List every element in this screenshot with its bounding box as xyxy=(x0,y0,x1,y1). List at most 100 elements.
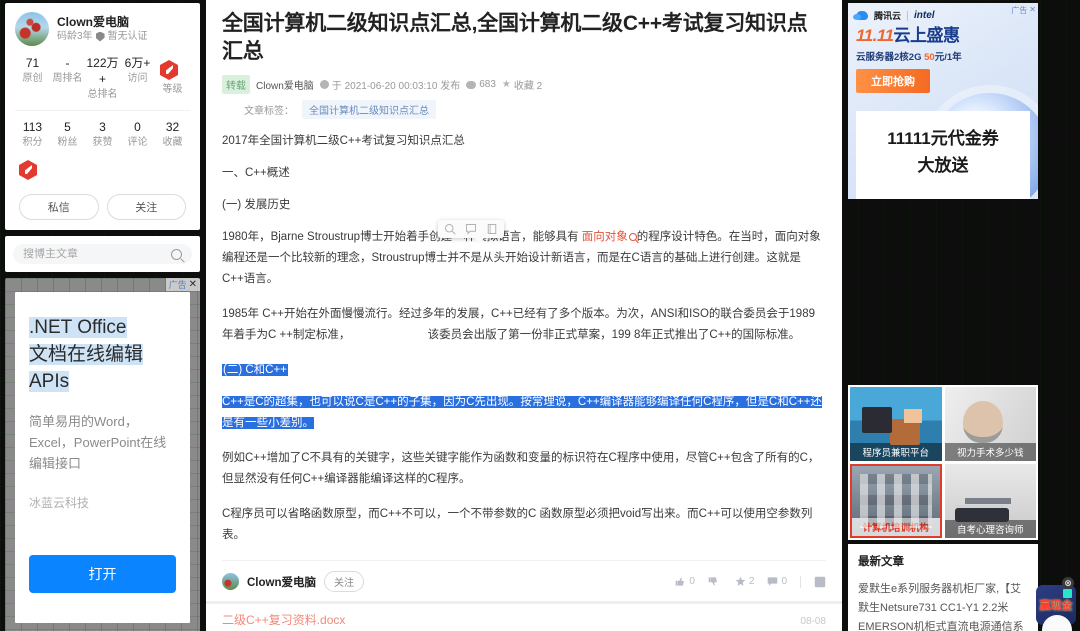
follow-button[interactable]: 关注 xyxy=(324,571,364,592)
stat-value: 5 xyxy=(64,120,71,134)
search-card xyxy=(5,236,200,272)
like-button[interactable]: 0 xyxy=(675,576,695,587)
ad-voucher-card[interactable]: 11111元代金券 大放送 腾讯云 立即领取 › xyxy=(856,111,1030,199)
search-input[interactable] xyxy=(23,248,171,260)
stat-value: 3 xyxy=(99,120,106,134)
stat-cell: 5 粉丝 xyxy=(50,119,85,150)
ad-sub-b: 2核2G xyxy=(894,52,922,63)
thumbnail-tile[interactable]: 计算机培训机构 xyxy=(850,464,942,538)
profile-name[interactable]: Clown爱电脑 xyxy=(57,15,148,30)
ad-content[interactable]: .NET Office 文档在线编辑 APIs 简单易用的Word，Excel，… xyxy=(15,292,190,623)
article-body: 2017年全国计算机二级C++考试复习知识点汇总 一、C++概述 (一) 发展历… xyxy=(206,131,842,546)
ad-subtext: 云服务器2核2G 50元/1年 xyxy=(848,47,1038,63)
article-paragraph-selected: C++是C的超集，也可以说C是C++的子集，因为C先出现。按常理说，C++编译器… xyxy=(222,392,826,434)
latest-article-item[interactable]: 爱默生e系列服务器机柜厂家,【艾默生Netsure731 CC1-Y1 2.2米… xyxy=(858,580,1028,631)
stat-label: 总排名 xyxy=(87,89,118,100)
ad-spacer xyxy=(848,199,1038,381)
left-advertisement[interactable]: 广告 ✕ .NET Office 文档在线编辑 APIs 简单易用的Word，E… xyxy=(5,278,200,631)
thumbnail-caption: 程序员兼职平台 xyxy=(850,443,942,461)
page-title: 全国计算机二级知识点汇总,全国计算机二级C++考试复习知识点汇总 xyxy=(222,12,808,63)
divider xyxy=(907,10,909,21)
close-icon[interactable]: ✕ xyxy=(189,279,197,290)
stat-cell: 113 积分 xyxy=(15,119,50,150)
thumbnail-tile[interactable]: 自考心理咨询师 xyxy=(944,464,1036,538)
stat-cell: 32 收藏 xyxy=(155,119,190,150)
ad-body-text: 简单易用的Word，Excel，PowerPoint在线编辑接口 xyxy=(29,414,167,471)
article-heading-1: 一、C++概述 xyxy=(222,167,290,179)
avatar[interactable] xyxy=(222,573,239,590)
view-count: 683 xyxy=(479,79,496,90)
comment-button[interactable]: 0 xyxy=(767,576,787,587)
selection-popup-toolbar[interactable] xyxy=(438,220,504,243)
meta-author[interactable]: Clown爱电脑 xyxy=(256,77,314,92)
favorite-count: 收藏 2 xyxy=(513,81,543,92)
profile-stats-row-1: 71 原创 - 周排名 122万+ 总排名 6万+ 访问 等级 xyxy=(15,46,190,106)
article-tag[interactable]: 全国计算机二级知识点汇总 xyxy=(302,100,436,119)
search-icon[interactable] xyxy=(171,248,182,260)
level-badge-icon xyxy=(160,60,178,80)
message-button[interactable]: 私信 xyxy=(19,194,99,220)
stat-label: 评论 xyxy=(127,137,148,148)
stat-cell: 71 原创 xyxy=(15,55,50,102)
thumbs-down-icon[interactable] xyxy=(708,576,719,587)
close-icon[interactable]: ⊗ xyxy=(1062,577,1074,589)
dislike-button[interactable] xyxy=(708,576,722,587)
stat-label: 获赞 xyxy=(92,137,113,148)
star-icon[interactable] xyxy=(735,576,746,587)
ad-cta-button[interactable]: 立即抢购 xyxy=(856,69,930,93)
share-button[interactable] xyxy=(814,576,826,588)
ad-sub-a: 云服务器 xyxy=(856,52,895,63)
keyword-link[interactable]: 面向对象 xyxy=(582,231,628,243)
stat-value: 122万+ xyxy=(86,56,119,86)
profile-cert-label: 暂无认证 xyxy=(107,30,148,42)
right-advertisement[interactable]: 广告 ✕ 腾讯云 intel 11.11云上盛惠 云服务器2核2G 50元/1年… xyxy=(848,3,1038,199)
thumbs-up-icon[interactable] xyxy=(675,576,686,587)
paragraph-text-a: 1980年，Bjarne Stroustrup博士开始着手创建一种模拟语言，能够… xyxy=(222,231,582,243)
follow-button[interactable]: 关注 xyxy=(106,194,186,220)
stat-label: 收藏 xyxy=(162,137,183,148)
favorite-button[interactable]: 2 xyxy=(735,576,755,587)
ad-partner-logo: intel xyxy=(914,10,935,21)
list-item-title[interactable]: 二级C++复习资料.docx xyxy=(222,612,800,629)
list-item-header: 二级C++复习资料.docx 08-08 xyxy=(222,612,826,629)
paragraph-text-b: 该委员会出版了第一份非正式草案，199 8年正式推出了C++的国际标准。 xyxy=(427,329,801,341)
keyword-search-icon[interactable] xyxy=(628,232,637,241)
ad-tag-text: 广告 xyxy=(168,280,187,290)
favorite-count: 2 xyxy=(748,576,755,587)
related-articles-list: 二级C++复习资料.docx 08-08 对C++的核心知识点进行了详细归纳，欢… xyxy=(206,601,842,631)
thumbnail-tile[interactable]: 程序员兼职平台 xyxy=(850,387,942,461)
avatar[interactable] xyxy=(15,12,49,46)
heading-2-text: (二) C和C++ xyxy=(222,364,288,376)
article-paragraph-keyword: 例如C++增加了C不具有的关键字，这些关键字能作为函数和变量的标识符在C程序中使… xyxy=(222,452,820,485)
thumbnail-tile[interactable]: 视力手术多少钱 xyxy=(944,387,1036,461)
stat-label: 访问 xyxy=(127,73,148,84)
publish-time-text: 于 2021-06-20 00:03:10 发布 xyxy=(331,81,461,92)
stat-label: 等级 xyxy=(162,84,183,95)
list-item[interactable]: 二级C++复习资料.docx 08-08 对C++的核心知识点进行了详细归纳，欢… xyxy=(206,604,842,631)
stat-value: - xyxy=(65,56,70,70)
medal-icon xyxy=(19,160,37,180)
page-root: Clown爱电脑 码龄3年 暂无认证 71 原创 - 周排名 122万+ 总排名… xyxy=(0,0,1080,631)
ad-open-button[interactable]: 打开 xyxy=(29,555,176,593)
close-icon[interactable]: ✕ xyxy=(1029,5,1036,16)
shield-icon xyxy=(95,31,105,42)
article-header: 全国计算机二级知识点汇总,全国计算机二级C++考试复习知识点汇总 转载 Clow… xyxy=(206,0,842,119)
profile-age-label: 码龄3年 xyxy=(57,30,93,42)
comment-icon[interactable] xyxy=(767,576,778,587)
ad-headline-line1: .NET Office xyxy=(29,317,127,338)
search-icon[interactable] xyxy=(444,223,456,235)
list-item-date: 08-08 xyxy=(800,616,826,627)
ad-sub-d: 元/1年 xyxy=(934,52,962,63)
copy-icon[interactable] xyxy=(486,223,498,235)
ad-brand-row: 腾讯云 intel xyxy=(848,3,1038,22)
list-item-meta: 08-08 xyxy=(800,616,826,627)
stat-label: 粉丝 xyxy=(57,137,78,148)
share-icon[interactable] xyxy=(814,576,826,588)
comment-icon[interactable] xyxy=(465,223,477,235)
author-name[interactable]: Clown爱电脑 xyxy=(247,574,316,590)
search-box[interactable] xyxy=(13,244,192,264)
article-actions: 0 2 0 xyxy=(675,575,826,588)
stat-cell: 122万+ 总排名 xyxy=(85,55,120,102)
latest-articles-card: 最新文章 爱默生e系列服务器机柜厂家,【艾默生Netsure731 CC1-Y1… xyxy=(848,544,1038,631)
like-count: 0 xyxy=(689,576,695,587)
